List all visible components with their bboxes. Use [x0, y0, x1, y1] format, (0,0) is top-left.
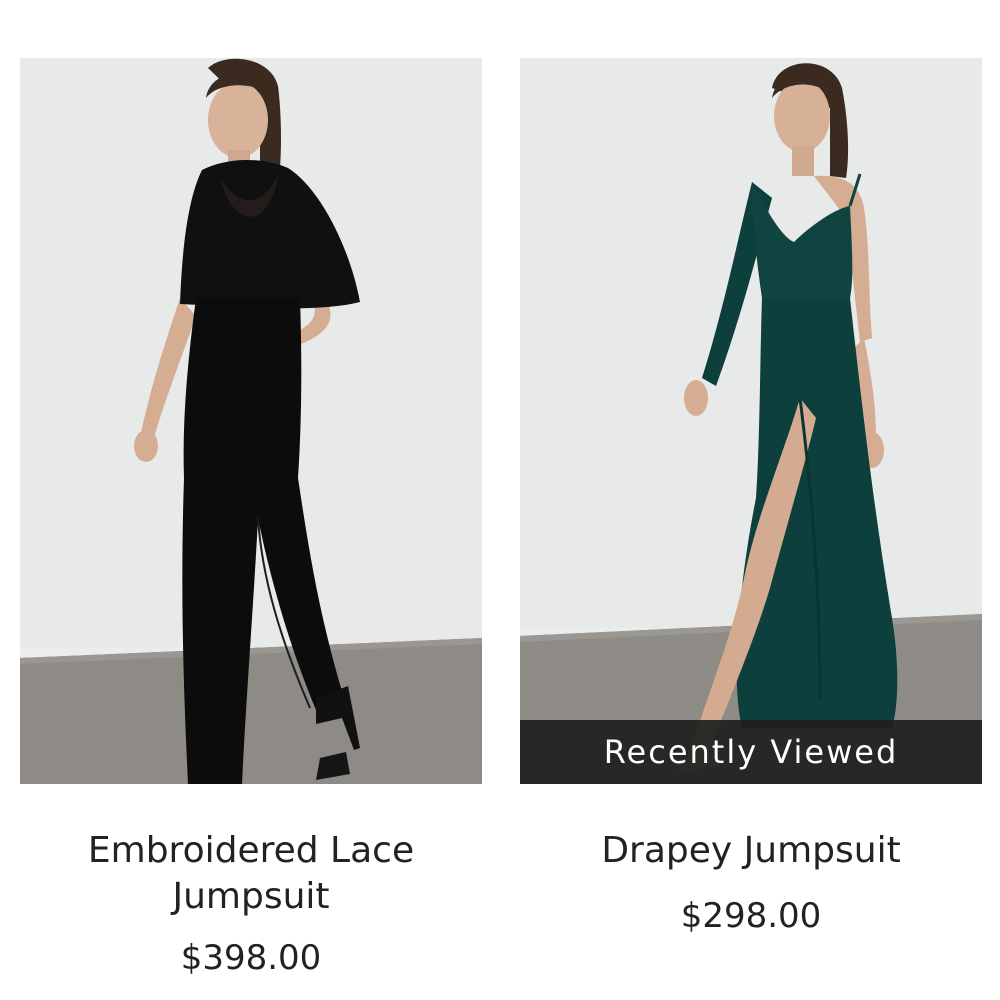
product-image[interactable]: Recently Viewed — [520, 58, 982, 784]
product-image[interactable] — [20, 58, 482, 784]
product-card-embroidered-lace-jumpsuit[interactable]: Embroidered Lace Jumpsuit $398.00 — [20, 58, 482, 978]
recently-viewed-badge: Recently Viewed — [520, 720, 982, 784]
product-price: $398.00 — [180, 938, 322, 978]
product-grid: Embroidered Lace Jumpsuit $398.00 Recent… — [0, 0, 1000, 1000]
product-price: $298.00 — [680, 896, 822, 936]
product-name[interactable]: Embroidered Lace Jumpsuit — [20, 828, 482, 920]
product-photo-black-jumpsuit — [20, 58, 482, 784]
product-name[interactable]: Drapey Jumpsuit — [520, 828, 982, 874]
product-card-drapey-jumpsuit[interactable]: Recently Viewed Drapey Jumpsuit $298.00 — [520, 58, 982, 936]
product-photo-green-jumpsuit — [520, 58, 982, 784]
